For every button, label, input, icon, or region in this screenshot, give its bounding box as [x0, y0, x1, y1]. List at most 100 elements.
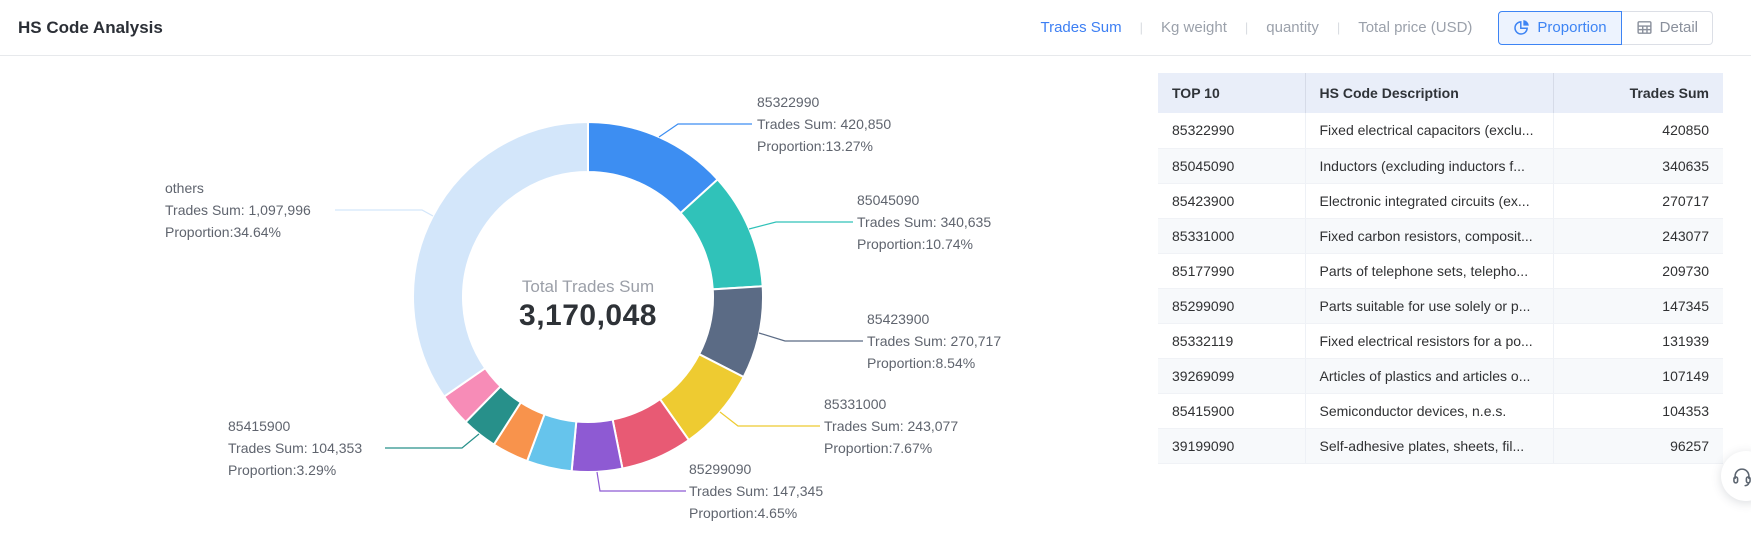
detail-button-label: Detail	[1660, 19, 1698, 36]
table-row-85332119[interactable]: 85332119Fixed electrical resistors for a…	[1158, 323, 1723, 358]
callout-sum: Trades Sum: 420,850	[757, 113, 891, 135]
trades-sum-cell: 147345	[1553, 288, 1723, 323]
callout-leader-85423900	[759, 333, 863, 341]
proportion-button-label: Proportion	[1537, 19, 1606, 36]
description-cell: Self-adhesive plates, sheets, fil...	[1305, 428, 1553, 463]
top10-table: TOP 10 HS Code Description Trades Sum 85…	[1158, 73, 1723, 464]
headset-icon	[1731, 465, 1751, 487]
description-cell: Parts suitable for use solely or p...	[1305, 288, 1553, 323]
metric-separator: |	[1245, 20, 1248, 35]
callout-sum: Trades Sum: 270,717	[867, 330, 1001, 352]
donut-segment-85299090[interactable]	[572, 420, 623, 472]
description-cell: Articles of plastics and articles o...	[1305, 358, 1553, 393]
callout-85045090: 85045090 Trades Sum: 340,635 Proportion:…	[857, 189, 991, 255]
hs-code-cell: 39269099	[1158, 358, 1305, 393]
table-icon	[1636, 19, 1653, 36]
hs-code-cell: 85423900	[1158, 183, 1305, 218]
trades-sum-cell: 270717	[1553, 183, 1723, 218]
callout-85415900: 85415900 Trades Sum: 104,353 Proportion:…	[228, 415, 362, 481]
callout-85322990: 85322990 Trades Sum: 420,850 Proportion:…	[757, 91, 891, 157]
table-row-85177990[interactable]: 85177990Parts of telephone sets, telepho…	[1158, 253, 1723, 288]
hs-table-body: 85322990Fixed electrical capacitors (exc…	[1158, 113, 1723, 463]
hs-code-cell: 85331000	[1158, 218, 1305, 253]
callout-code: 85415900	[228, 415, 362, 437]
table-row-39199090[interactable]: 39199090Self-adhesive plates, sheets, fi…	[1158, 428, 1723, 463]
callout-leader-85331000	[720, 412, 820, 426]
callout-code: 85045090	[857, 189, 991, 211]
trades-sum-cell: 131939	[1553, 323, 1723, 358]
table-row-85045090[interactable]: 85045090Inductors (excluding inductors f…	[1158, 148, 1723, 183]
trades-sum-cell: 340635	[1553, 148, 1723, 183]
metric-total-price[interactable]: Total price (USD)	[1358, 19, 1472, 36]
chart-center-label: Total Trades Sum 3,170,048	[438, 276, 738, 334]
metric-separator: |	[1140, 20, 1143, 35]
trades-sum-cell: 96257	[1553, 428, 1723, 463]
hs-code-cell: 85177990	[1158, 253, 1305, 288]
callout-code: 85299090	[689, 458, 823, 480]
callout-proportion: Proportion:10.74%	[857, 233, 991, 255]
description-cell: Fixed electrical resistors for a po...	[1305, 323, 1553, 358]
metric-separator: |	[1337, 20, 1340, 35]
proportion-button[interactable]: Proportion	[1498, 11, 1621, 45]
callout-sum: Trades Sum: 147,345	[689, 480, 823, 502]
callout-proportion: Proportion:3.29%	[228, 459, 362, 481]
column-header-top10: TOP 10	[1158, 73, 1305, 113]
description-cell: Semiconductor devices, n.e.s.	[1305, 393, 1553, 428]
description-cell: Inductors (excluding inductors f...	[1305, 148, 1553, 183]
pie-chart-icon	[1513, 19, 1530, 36]
hs-code-cell: 85322990	[1158, 113, 1305, 148]
description-cell: Electronic integrated circuits (ex...	[1305, 183, 1553, 218]
callout-proportion: Proportion:4.65%	[689, 502, 823, 524]
callout-proportion: Proportion:7.67%	[824, 437, 958, 459]
description-cell: Fixed electrical capacitors (exclu...	[1305, 113, 1553, 148]
detail-button[interactable]: Detail	[1622, 11, 1713, 45]
trades-sum-cell: 107149	[1553, 358, 1723, 393]
donut-segment-others[interactable]	[413, 122, 588, 397]
metric-trades-sum[interactable]: Trades Sum	[1040, 19, 1121, 36]
table-row-85322990[interactable]: 85322990Fixed electrical capacitors (exc…	[1158, 113, 1723, 148]
callout-sum: Trades Sum: 1,097,996	[165, 199, 311, 221]
chart-center-title: Total Trades Sum	[438, 276, 738, 298]
column-header-trades-sum: Trades Sum	[1553, 73, 1723, 113]
callout-code: 85423900	[867, 308, 1001, 330]
chart-center-value: 3,170,048	[438, 298, 738, 334]
trades-sum-cell: 209730	[1553, 253, 1723, 288]
callout-85423900: 85423900 Trades Sum: 270,717 Proportion:…	[867, 308, 1001, 374]
trades-sum-cell: 420850	[1553, 113, 1723, 148]
callout-code: 85331000	[824, 393, 958, 415]
trades-sum-cell: 104353	[1553, 393, 1723, 428]
callout-code: others	[165, 177, 311, 199]
hs-code-cell: 85299090	[1158, 288, 1305, 323]
callout-leader-others	[335, 210, 433, 216]
metric-kg-weight[interactable]: Kg weight	[1161, 19, 1227, 36]
callout-proportion: Proportion:8.54%	[867, 352, 1001, 374]
description-cell: Fixed carbon resistors, composit...	[1305, 218, 1553, 253]
callout-sum: Trades Sum: 243,077	[824, 415, 958, 437]
hs-code-cell: 85415900	[1158, 393, 1305, 428]
table-row-85415900[interactable]: 85415900Semiconductor devices, n.e.s.104…	[1158, 393, 1723, 428]
callout-sum: Trades Sum: 340,635	[857, 211, 991, 233]
page-header: HS Code Analysis Trades Sum | Kg weight …	[0, 0, 1751, 56]
hs-code-cell: 85332119	[1158, 323, 1305, 358]
table-header-row: TOP 10 HS Code Description Trades Sum	[1158, 73, 1723, 113]
callout-leader-85299090	[597, 472, 686, 491]
description-cell: Parts of telephone sets, telepho...	[1305, 253, 1553, 288]
trades-sum-cell: 243077	[1553, 218, 1723, 253]
hs-code-cell: 85045090	[1158, 148, 1305, 183]
table-row-85423900[interactable]: 85423900Electronic integrated circuits (…	[1158, 183, 1723, 218]
callout-proportion: Proportion:34.64%	[165, 221, 311, 243]
callout-code: 85322990	[757, 91, 891, 113]
page-title: HS Code Analysis	[18, 18, 163, 38]
callout-leader-85415900	[385, 434, 479, 448]
table-row-85299090[interactable]: 85299090Parts suitable for use solely or…	[1158, 288, 1723, 323]
support-button[interactable]	[1721, 451, 1751, 501]
table-row-39269099[interactable]: 39269099Articles of plastics and article…	[1158, 358, 1723, 393]
hs-code-analysis-page: { "header": { "title": "HS Code Analysis…	[0, 0, 1751, 537]
callout-sum: Trades Sum: 104,353	[228, 437, 362, 459]
callout-others: others Trades Sum: 1,097,996 Proportion:…	[165, 177, 311, 243]
callout-leader-85045090	[749, 222, 853, 229]
table-row-85331000[interactable]: 85331000Fixed carbon resistors, composit…	[1158, 218, 1723, 253]
hs-code-cell: 39199090	[1158, 428, 1305, 463]
metric-quantity[interactable]: quantity	[1266, 19, 1319, 36]
callout-proportion: Proportion:13.27%	[757, 135, 891, 157]
